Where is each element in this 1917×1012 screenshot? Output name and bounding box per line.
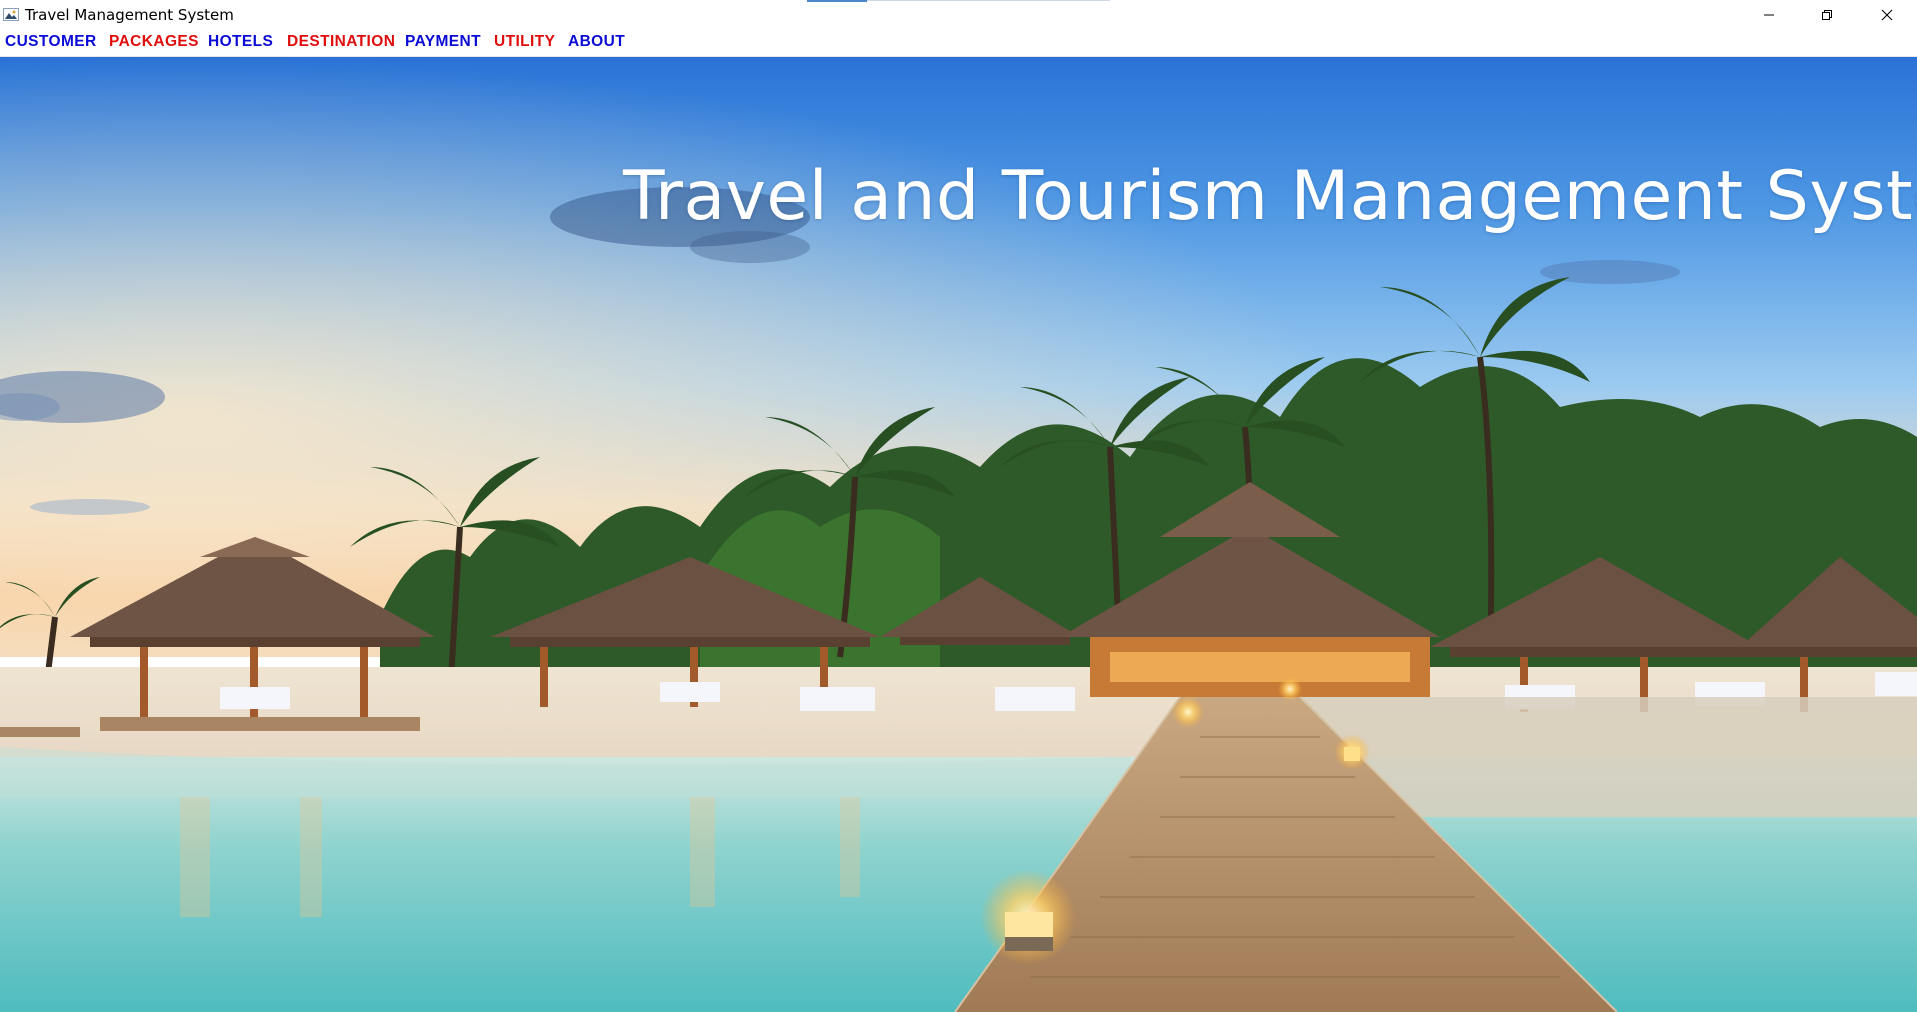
app-icon bbox=[2, 5, 20, 23]
menu-payment[interactable]: PAYMENT bbox=[405, 33, 481, 51]
menu-destination[interactable]: DESTINATION bbox=[287, 33, 395, 51]
minimize-button[interactable] bbox=[1740, 0, 1798, 30]
menu-hotels[interactable]: HOTELS bbox=[208, 33, 273, 51]
title-bar: Travel Management System bbox=[0, 0, 1917, 30]
menu-bar: CUSTOMER PACKAGES HOTELS DESTINATION PAY… bbox=[0, 30, 1917, 57]
restore-icon bbox=[1822, 10, 1832, 20]
menu-about[interactable]: ABOUT bbox=[568, 33, 625, 51]
close-icon bbox=[1881, 9, 1893, 21]
hero-headline: Travel and Tourism Management System bbox=[623, 157, 1917, 236]
minimize-icon bbox=[1764, 14, 1774, 16]
close-button[interactable] bbox=[1858, 0, 1916, 30]
taskbar-focus-indicator-track bbox=[867, 0, 1110, 1]
taskbar-focus-indicator bbox=[807, 0, 867, 2]
window-title: Travel Management System bbox=[25, 6, 234, 24]
beach-resort-background: Travel and Tourism Management System bbox=[0, 57, 1917, 1012]
restore-button[interactable] bbox=[1798, 0, 1856, 30]
menu-packages[interactable]: PACKAGES bbox=[109, 33, 199, 51]
menu-customer[interactable]: CUSTOMER bbox=[5, 33, 97, 51]
menu-utility[interactable]: UTILITY bbox=[494, 33, 555, 51]
